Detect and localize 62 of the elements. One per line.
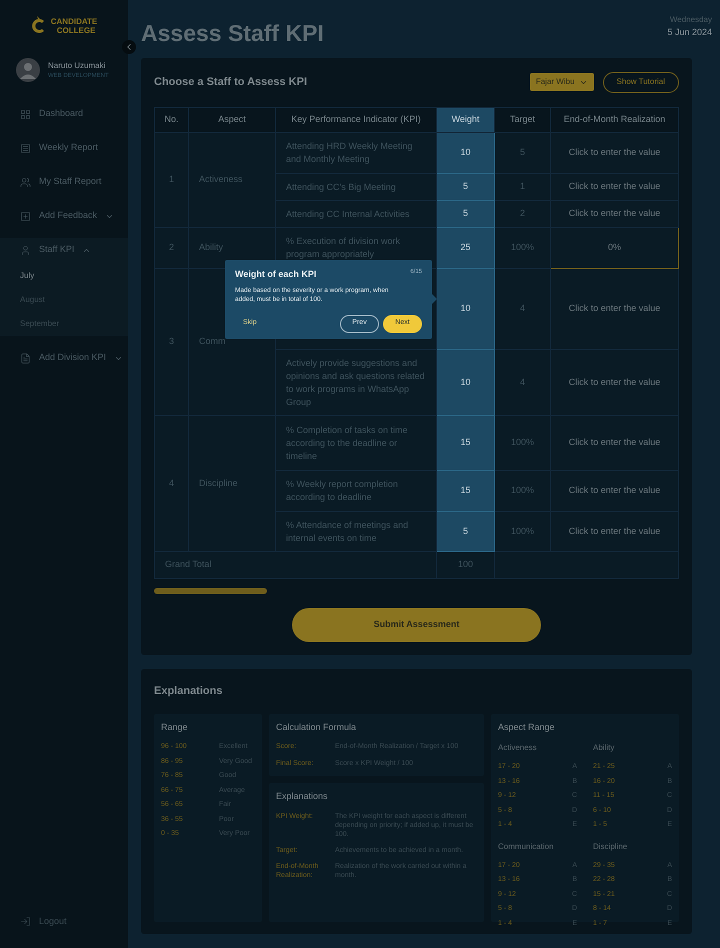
value-input[interactable]: Click to enter the value — [550, 174, 678, 200]
logo-text: CANDIDATE — [50, 17, 98, 26]
scrollbar[interactable] — [154, 588, 267, 594]
table-cell: 15 — [460, 485, 470, 496]
staff-dropdown[interactable]: Fajar Wibu — [530, 73, 594, 91]
column-header: No. — [154, 108, 188, 132]
plus-icon — [20, 210, 31, 222]
aspect-name: Ability — [593, 742, 616, 754]
value-input[interactable]: Click to enter the value — [550, 470, 678, 512]
person-icon — [20, 244, 31, 256]
card-title: Aspect Range — [498, 720, 556, 734]
aspect-name: Discipline — [593, 840, 628, 852]
user-name: Naruto Uzumaki — [48, 60, 106, 72]
page-title: Assess Staff KPI — [141, 19, 324, 48]
aspect-name: Communication — [498, 840, 555, 852]
date-label: 5 Jun 2024 — [667, 26, 712, 39]
collapse-button[interactable] — [122, 40, 136, 54]
column-header: Key Performance Indicator (KPI) — [276, 108, 436, 132]
card-title: Explanations — [276, 790, 329, 803]
table-cell: 10 — [460, 376, 470, 387]
column-header: Weight — [436, 108, 494, 132]
card-title: Calculation Formula — [276, 720, 358, 734]
column-header: Aspect — [188, 108, 276, 132]
column-header: Target — [494, 108, 550, 132]
nav-item[interactable]: Dashboard — [0, 102, 128, 126]
card-title: Range — [161, 720, 189, 734]
avatar-icon — [16, 58, 40, 82]
value-input[interactable]: Click to enter the value — [550, 416, 678, 470]
table-cell: 5 — [462, 181, 468, 192]
value-input[interactable]: Click to enter the value — [550, 132, 678, 174]
nav-item[interactable]: Add Feedback — [0, 204, 128, 228]
table-cell: 10 — [460, 147, 470, 158]
grid-icon — [20, 108, 31, 120]
document-icon — [20, 352, 31, 364]
nav-item[interactable]: Weekly Report — [0, 136, 128, 160]
nav-item[interactable]: Add Division KPI — [0, 346, 128, 370]
value-input[interactable]: Click to enter the value — [550, 268, 678, 350]
popover-title: Weight of each KPI — [235, 268, 316, 281]
section-title: Explanations — [154, 684, 224, 699]
list-icon — [20, 142, 31, 154]
logo-text: COLLEGE — [56, 26, 96, 35]
logo-icon — [30, 16, 47, 36]
nav-subitem[interactable]: July — [0, 264, 128, 288]
nav-item[interactable]: Staff KPI — [0, 238, 128, 262]
value-input[interactable]: Click to enter the value — [550, 512, 678, 552]
people-icon — [20, 176, 31, 188]
logout-icon — [20, 916, 31, 927]
nav-item[interactable]: My Staff Report — [0, 170, 128, 194]
table-cell: 5 — [462, 526, 468, 536]
value-input[interactable]: Click to enter the value — [550, 200, 678, 228]
value-input[interactable]: Click to enter the value — [550, 350, 678, 416]
submit-button[interactable]: Submit Assessment — [292, 608, 541, 642]
day-label: Wednesday — [670, 14, 712, 26]
aspect-name: Activeness — [498, 742, 538, 754]
value-input[interactable]: 0% — [550, 228, 678, 268]
column-header: End-of-Month Realization — [550, 108, 678, 132]
table-cell: 10 — [460, 303, 470, 314]
table-cell: 5 — [462, 208, 468, 218]
table-cell: 15 — [460, 437, 470, 448]
table-cell: 25 — [460, 242, 470, 252]
panel-title: Choose a Staff to Assess KPI — [154, 74, 308, 90]
tutorial-button[interactable]: Show Tutorial — [602, 72, 679, 92]
